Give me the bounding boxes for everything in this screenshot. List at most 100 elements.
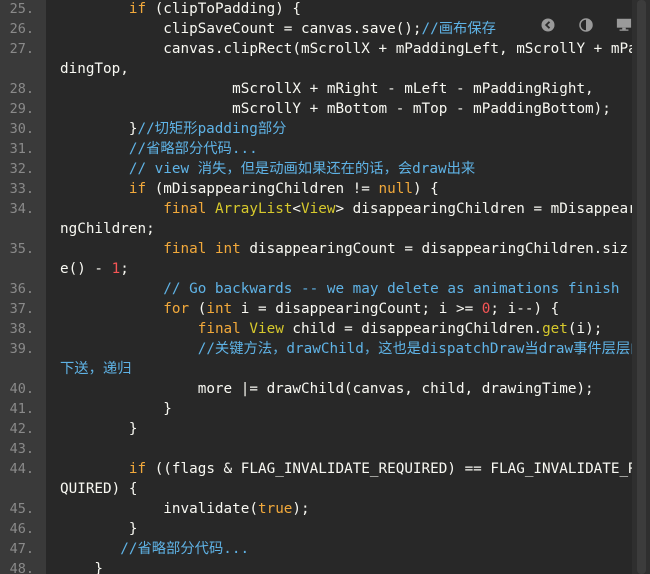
code-text: if (clipToPadding) { bbox=[60, 0, 301, 19]
code-text: ngChildren; bbox=[60, 219, 155, 239]
code-token: } bbox=[60, 561, 104, 574]
code-token: canvas.clipRect(mScrollX + mPaddingLeft,… bbox=[60, 41, 632, 57]
code-text: e() - 1; bbox=[60, 259, 129, 279]
code-token: more |= drawChild(canvas, child, drawing… bbox=[60, 381, 594, 397]
code-token: (clipToPadding) { bbox=[146, 1, 302, 17]
code-token: int bbox=[206, 301, 233, 317]
code-token: child = disappearingChildren. bbox=[283, 321, 543, 337]
line-number: 27. bbox=[9, 41, 34, 57]
line-number: 34. bbox=[9, 201, 34, 217]
code-token: QUIRED) { bbox=[60, 481, 138, 497]
code-line: 29. mScrollY + mBottom - mTop - mPadding… bbox=[0, 99, 632, 119]
code-text: for (int i = disappearingCount; i >= 0; … bbox=[60, 299, 559, 319]
code-line-wrap: QUIRED) { bbox=[0, 479, 632, 499]
code-line: 44. if ((flags & FLAG_INVALIDATE_REQUIRE… bbox=[0, 459, 632, 479]
code-text: }//切矩形padding部分 bbox=[60, 119, 287, 139]
line-number: 32. bbox=[9, 161, 34, 177]
code-line: 39. //关键方法，drawChild，这也是dispatchDraw当dra… bbox=[0, 339, 632, 359]
code-token: mScrollX + mRight - mLeft - mPaddingRigh… bbox=[60, 81, 594, 97]
code-line: 27. canvas.clipRect(mScrollX + mPaddingL… bbox=[0, 39, 632, 59]
code-token: mScrollY + mBottom - mTop - mPaddingBott… bbox=[60, 101, 611, 117]
code-token: final bbox=[197, 321, 241, 337]
code-token: } bbox=[60, 121, 138, 137]
line-number: 47. bbox=[9, 541, 34, 557]
line-number: 41. bbox=[9, 401, 34, 417]
line-number: 46. bbox=[9, 521, 34, 537]
code-text: final int disappearingCount = disappeari… bbox=[60, 239, 628, 259]
code-token: //省略部分代码... bbox=[60, 141, 258, 157]
code-token: 1 bbox=[111, 261, 121, 277]
code-text: } bbox=[60, 559, 103, 574]
code-text: } bbox=[60, 519, 138, 539]
line-number: 48. bbox=[9, 561, 34, 574]
code-line: 48. } bbox=[0, 559, 632, 574]
code-token: ) { bbox=[412, 181, 439, 197]
code-token: e() - bbox=[60, 261, 112, 277]
code-text: more |= drawChild(canvas, child, drawing… bbox=[60, 379, 594, 399]
code-token: null bbox=[378, 181, 413, 197]
monitor-icon[interactable] bbox=[616, 17, 632, 33]
line-number: 39. bbox=[9, 341, 34, 357]
scrollbar-thumb[interactable] bbox=[637, 0, 646, 574]
prev-icon[interactable] bbox=[540, 17, 556, 33]
code-text: //关键方法，drawChild，这也是dispatchDraw当draw事件层… bbox=[60, 339, 632, 359]
line-number: 40. bbox=[9, 381, 34, 397]
code-token: if bbox=[128, 461, 147, 477]
code-text: QUIRED) { bbox=[60, 479, 137, 499]
code-token: final bbox=[163, 241, 207, 257]
code-token: ArrayList bbox=[214, 201, 293, 217]
code-line: 37. for (int i = disappearingCount; i >=… bbox=[0, 299, 632, 319]
code-line: 41. } bbox=[0, 399, 632, 419]
code-text: mScrollX + mRight - mLeft - mPaddingRigh… bbox=[60, 79, 594, 99]
code-line: 33. if (mDisappearingChildren != null) { bbox=[0, 179, 632, 199]
code-token: clipSaveCount = canvas.save(); bbox=[60, 21, 422, 37]
code-token: if bbox=[128, 1, 147, 17]
code-line: 45. invalidate(true); bbox=[0, 499, 632, 519]
line-number: 25. bbox=[9, 1, 34, 17]
code-token: //切矩形padding部分 bbox=[137, 121, 287, 137]
code-editor: 25. if (clipToPadding) {26. clipSaveCoun… bbox=[0, 0, 632, 574]
code-token: (mDisappearingChildren != bbox=[146, 181, 379, 197]
code-token: // view 消失，但是动画如果还在的话，会draw出来 bbox=[60, 161, 476, 177]
line-number: 36. bbox=[9, 281, 34, 297]
code-token: ngChildren; bbox=[60, 221, 155, 237]
code-token: dingTop, bbox=[60, 61, 129, 77]
code-text: final ArrayList<View> disappearingChildr… bbox=[60, 199, 632, 219]
line-number: 26. bbox=[9, 21, 34, 37]
code-line-wrap: e() - 1; bbox=[0, 259, 632, 279]
code-line: 34. final ArrayList<View> disappearingCh… bbox=[0, 199, 632, 219]
code-line-wrap: 下送，递归 bbox=[0, 359, 632, 379]
code-token: // Go backwards -- we may delete as anim… bbox=[60, 281, 620, 297]
code-text: dingTop, bbox=[60, 59, 129, 79]
code-line: 46. } bbox=[0, 519, 632, 539]
code-text: // view 消失，但是动画如果还在的话，会draw出来 bbox=[60, 159, 475, 179]
code-line: 40. more |= drawChild(canvas, child, dra… bbox=[0, 379, 632, 399]
code-text: // Go backwards -- we may delete as anim… bbox=[60, 279, 619, 299]
vertical-scrollbar[interactable] bbox=[632, 0, 650, 574]
contrast-icon[interactable] bbox=[578, 17, 594, 33]
code-token: } bbox=[60, 401, 172, 417]
code-text: //省略部分代码... bbox=[60, 139, 258, 159]
code-line: 26. clipSaveCount = canvas.save();//画布保存 bbox=[0, 19, 632, 39]
code-text: //省略部分代码... bbox=[60, 539, 249, 559]
code-token: for bbox=[163, 301, 190, 317]
code-token: } bbox=[60, 421, 138, 437]
code-token: //省略部分代码... bbox=[60, 541, 250, 557]
code-text: clipSaveCount = canvas.save();//画布保存 bbox=[60, 19, 496, 39]
code-token: (i); bbox=[567, 321, 603, 337]
code-text: } bbox=[60, 419, 138, 439]
code-line: 47. //省略部分代码... bbox=[0, 539, 632, 559]
line-number: 44. bbox=[9, 461, 34, 477]
code-token: true bbox=[257, 501, 293, 517]
code-text: } bbox=[60, 399, 172, 419]
code-token: //关键方法，drawChild，这也是dispatchDraw当draw事件层… bbox=[60, 341, 632, 357]
code-text: canvas.clipRect(mScrollX + mPaddingLeft,… bbox=[60, 39, 632, 59]
code-line: 32. // view 消失，但是动画如果还在的话，会draw出来 bbox=[0, 159, 632, 179]
